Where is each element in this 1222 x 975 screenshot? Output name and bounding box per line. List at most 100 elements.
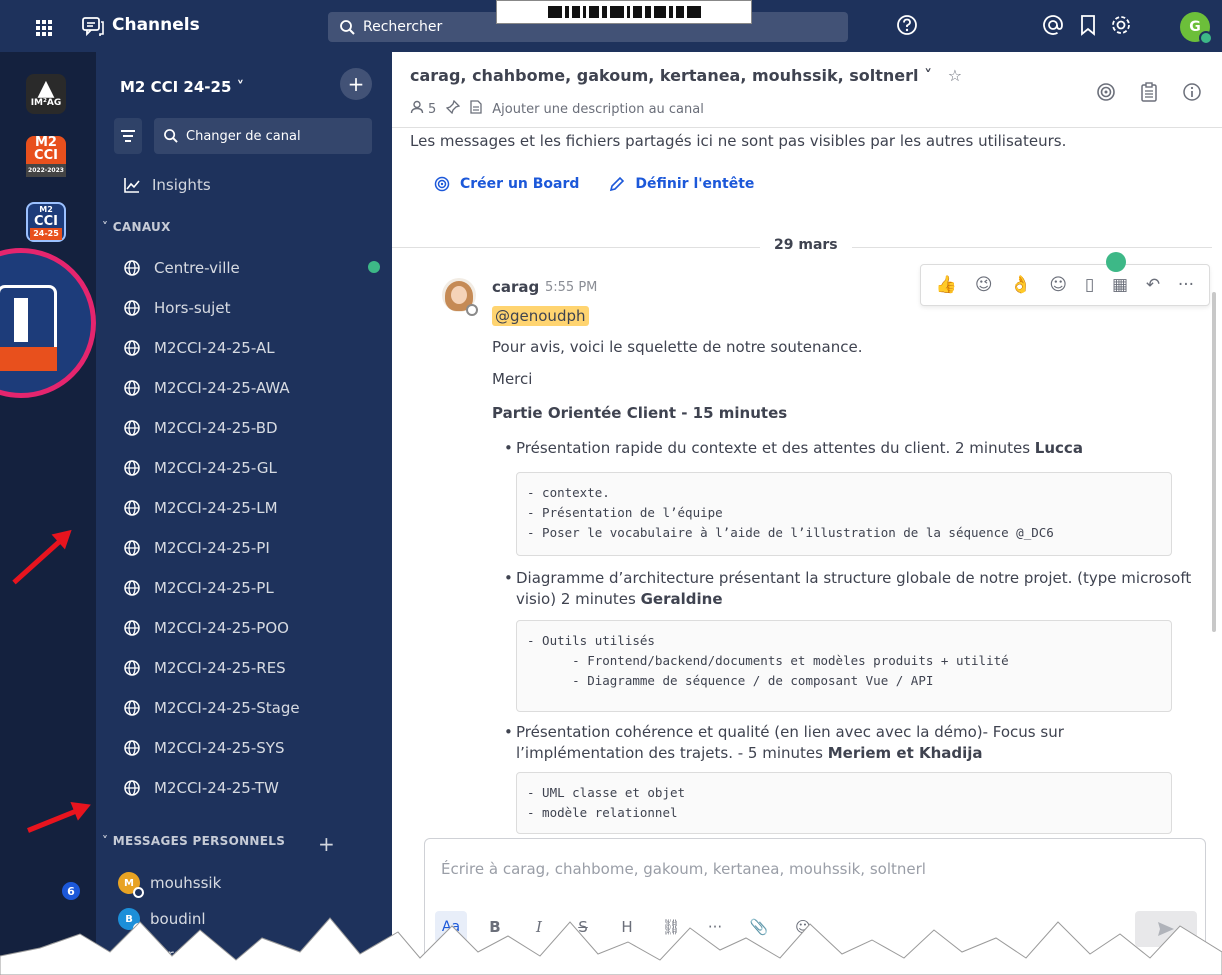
sidebar-item-channel[interactable]: Centre-ville (124, 256, 240, 280)
mention-icon[interactable] (1042, 14, 1064, 40)
reply-arrow-icon[interactable]: ↶ (1146, 275, 1160, 295)
switch-channel-button[interactable]: Changer de canal (154, 118, 372, 154)
user-avatar-initial: G (1189, 19, 1201, 35)
channel-intro-actions: Créer un Board Définir l'entête (434, 176, 754, 192)
channel-title-text: carag, chahbome, gakoum, kertanea, mouhs… (410, 66, 933, 85)
help-icon[interactable] (896, 14, 918, 40)
team-im2ag[interactable]: ▲ IM²AG (26, 74, 66, 114)
product-menu-icon[interactable] (36, 20, 52, 36)
post-author-name[interactable]: carag (492, 278, 539, 296)
team-m2cci-24-25[interactable]: M2 CCI 24-25 (26, 202, 66, 242)
clipboard-icon[interactable] (1140, 82, 1160, 102)
thumbs-up-reaction-icon[interactable]: 👍 (936, 275, 957, 295)
sidebar-item-insights[interactable]: Insights (124, 176, 211, 194)
globe-icon (124, 540, 140, 556)
search-icon (164, 129, 178, 143)
filter-icon[interactable] (114, 118, 142, 154)
user-avatar[interactable]: G (1180, 12, 1213, 45)
post-timestamp[interactable]: 5:55 PM (545, 280, 597, 295)
sidebar-item-channel[interactable]: M2CCI-24-25-POO (124, 616, 289, 640)
channel-info-icon[interactable] (1182, 82, 1202, 102)
insights-chart-icon (124, 178, 140, 193)
globe-icon (124, 740, 140, 756)
avatar-face (451, 286, 467, 304)
zoom-bar-icon (14, 298, 28, 342)
team-m2cci-2022[interactable]: M2 CCI 2022-2023 (26, 136, 66, 177)
apps-grid-icon[interactable]: ▦ (1112, 275, 1128, 295)
wink-reaction-icon[interactable]: 😉 (975, 275, 993, 295)
set-header-label: Définir l'entête (635, 176, 755, 192)
code-block: - UML classe et objet - modèle relationn… (516, 772, 1172, 834)
sidebar-item-channel[interactable]: M2CCI-24-25-Stage (124, 696, 300, 720)
globe-icon (124, 420, 140, 436)
sidebar-item-channel[interactable]: M2CCI-24-25-PL (124, 576, 274, 600)
sidebar-item-label: M2CCI-24-25-LM (154, 499, 278, 517)
sidebar-item-channel[interactable]: M2CCI-24-25-RES (124, 656, 286, 680)
product-name[interactable]: Channels (112, 15, 200, 35)
bullet-dot: • (504, 723, 513, 741)
globe-icon (124, 580, 140, 596)
mention-highlight[interactable]: @genoudph (492, 306, 589, 326)
channels-section-header[interactable]: ˅ CANAUX (102, 220, 171, 234)
bullet-dot: • (504, 439, 513, 457)
member-count[interactable]: 5 (428, 102, 436, 117)
globe-icon (124, 380, 140, 396)
torn-edge-overlay (0, 917, 1222, 975)
sidebar-item-label: M2CCI-24-25-BD (154, 419, 278, 437)
search-placeholder: Rechercher (363, 19, 443, 35)
sidebar-item-channel[interactable]: M2CCI-24-25-BD (124, 416, 278, 440)
channel-title[interactable]: carag, chahbome, gakoum, kertanea, mouhs… (410, 66, 962, 85)
sidebar-item-label: M2CCI-24-25-AWA (154, 379, 290, 397)
search-icon (340, 19, 355, 35)
globe-icon (124, 660, 140, 676)
favorite-star-icon[interactable]: ☆ (948, 66, 962, 85)
create-board-button[interactable]: Créer un Board (434, 176, 579, 192)
globe-icon (124, 460, 140, 476)
globe-icon (124, 700, 140, 716)
sidebar-item-label: M2CCI-24-25-Stage (154, 699, 300, 717)
sidebar-item-channel[interactable]: M2CCI-24-25-PI (124, 536, 270, 560)
globe-icon (124, 620, 140, 636)
ok-hand-reaction-icon[interactable]: 👌 (1010, 275, 1031, 295)
post-hover-menu: 👍 😉 👌 ☺ ▯ ▦ ↶ ··· (920, 264, 1210, 306)
sidebar-item-label: mouhssik (150, 874, 222, 892)
sidebar-item-dm[interactable]: Mmouhssik (118, 872, 222, 898)
sidebar-item-channel[interactable]: M2CCI-24-25-GL (124, 456, 277, 480)
members-icon[interactable] (410, 100, 424, 118)
add-description-link[interactable]: Ajouter une description au canal (492, 102, 704, 117)
globe-icon (124, 300, 140, 316)
sidebar-item-label: M2CCI-24-25-RES (154, 659, 286, 677)
sidebar-item-channel[interactable]: M2CCI-24-25-LM (124, 496, 278, 520)
bullet-name: Lucca (1034, 439, 1083, 457)
sidebar-item-channel[interactable]: M2CCI-24-25-AL (124, 336, 275, 360)
settings-gear-icon[interactable] (1110, 14, 1132, 40)
dm-section-header[interactable]: ˅ MESSAGES PERSONNELS (102, 834, 285, 848)
team-label-year: 2022-2023 (26, 163, 66, 177)
sidebar-item-label: M2CCI-24-25-GL (154, 459, 277, 477)
sidebar-item-channel[interactable]: M2CCI-24-25-AWA (124, 376, 290, 400)
message-input[interactable] (425, 839, 1205, 899)
saved-messages-icon[interactable] (1078, 14, 1098, 40)
scrollbar[interactable] (1212, 292, 1216, 632)
team-name-menu[interactable]: M2 CCI 24-25 ˅ (120, 78, 244, 96)
im2ag-logo-icon: ▲ (37, 76, 55, 101)
add-channel-button[interactable]: + (340, 68, 372, 100)
pin-icon[interactable] (446, 99, 461, 118)
globe-icon (124, 780, 140, 796)
sidebar-item-channel[interactable]: M2CCI-24-25-TW (124, 776, 279, 800)
sidebar-item-label: M2CCI-24-25-PI (154, 539, 270, 557)
sidebar-item-channel[interactable]: Hors-sujet (124, 296, 230, 320)
sidebar-item-channel[interactable]: M2CCI-24-25-SYS (124, 736, 284, 760)
online-status-icon (1199, 31, 1213, 45)
save-bookmark-icon[interactable]: ▯ (1085, 275, 1094, 295)
boards-target-icon[interactable] (1096, 82, 1116, 102)
globe-icon (124, 500, 140, 516)
channel-sidebar: M2 CCI 24-25 ˅ + Changer de canal Insigh… (96, 52, 392, 975)
sidebar-item-label: Hors-sujet (154, 299, 231, 317)
set-header-button[interactable]: Définir l'entête (609, 176, 754, 192)
qr-code-overlay (496, 0, 752, 24)
add-dm-button[interactable]: + (318, 832, 335, 856)
more-actions-icon[interactable]: ··· (1178, 275, 1194, 295)
board-target-icon (434, 176, 450, 192)
add-reaction-icon[interactable]: ☺ (1049, 275, 1067, 295)
